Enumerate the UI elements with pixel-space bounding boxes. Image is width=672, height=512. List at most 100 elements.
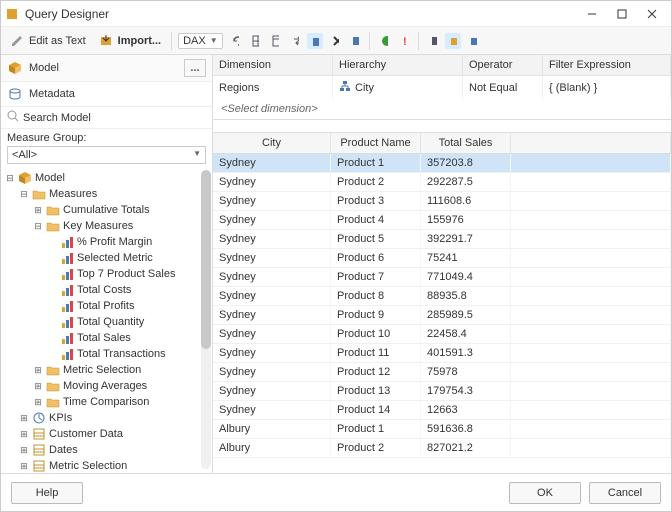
table-row[interactable]: SydneyProduct 1357203.8 (213, 154, 671, 173)
tree-node[interactable]: ⊞Customer Data (1, 426, 212, 442)
col-product[interactable]: Product Name (331, 133, 421, 153)
measure-icon (60, 251, 74, 265)
tree-node[interactable]: Total Transactions (1, 346, 212, 362)
table-row[interactable]: SydneyProduct 1412663 (213, 401, 671, 420)
table-row[interactable]: AlburyProduct 2827021.2 (213, 439, 671, 458)
run-icon[interactable] (376, 33, 392, 49)
cell-total: 75978 (421, 363, 511, 381)
cube-add-icon[interactable]: + (307, 33, 323, 49)
tree-node[interactable]: Selected Metric (1, 250, 212, 266)
cancel-button[interactable]: Cancel (589, 482, 661, 504)
expand-icon[interactable]: ⊞ (19, 445, 29, 456)
filter-operator[interactable]: Not Equal (463, 76, 543, 99)
grid-body[interactable]: SydneyProduct 1357203.8SydneyProduct 229… (213, 154, 671, 473)
expand-icon[interactable]: ⊞ (33, 381, 43, 392)
table-icon[interactable] (267, 33, 283, 49)
table-row[interactable]: SydneyProduct 11401591.3 (213, 344, 671, 363)
table-row[interactable]: SydneyProduct 4155976 (213, 211, 671, 230)
table-row[interactable]: SydneyProduct 7771049.4 (213, 268, 671, 287)
tree-node[interactable]: ⊞Metric Selection (1, 458, 212, 473)
tree-node[interactable]: ⊞ Moving Averages (1, 378, 212, 394)
folder-icon (46, 219, 60, 233)
tree[interactable]: ⊟Model⊟Measures⊞Cumulative Totals⊟Key Me… (1, 168, 212, 473)
close-button[interactable] (637, 4, 667, 24)
cell-city: Sydney (213, 154, 331, 172)
table-row[interactable]: SydneyProduct 888935.8 (213, 287, 671, 306)
scrollbar[interactable] (201, 170, 211, 469)
table-row[interactable]: SydneyProduct 1275978 (213, 363, 671, 382)
tree-node[interactable]: ⊞Dates (1, 442, 212, 458)
help-button[interactable]: Help (11, 482, 83, 504)
ok-button[interactable]: OK (509, 482, 581, 504)
measure-icon (60, 347, 74, 361)
table-row[interactable]: SydneyProduct 3111608.6 (213, 192, 671, 211)
tree-node[interactable]: ⊞Cumulative Totals (1, 202, 212, 218)
swap-icon[interactable] (287, 33, 303, 49)
tree-label: Total Profits (77, 300, 134, 312)
table-row[interactable]: SydneyProduct 2292287.5 (213, 173, 671, 192)
toolbar: Edit as Text Import... DAX ▼ + ! (1, 27, 671, 55)
expand-icon[interactable]: ⊟ (19, 189, 29, 200)
table-row[interactable]: AlburyProduct 1591636.8 (213, 420, 671, 439)
delete-icon[interactable] (327, 33, 343, 49)
edit-as-text-button[interactable]: Edit as Text (5, 31, 90, 51)
cell-product: Product 6 (331, 249, 421, 267)
model-tab[interactable]: Model ... (1, 55, 212, 82)
cell-total: 111608.6 (421, 192, 511, 210)
cube-icon[interactable] (465, 33, 481, 49)
cancel-run-icon[interactable]: ! (396, 33, 412, 49)
expand-icon[interactable]: ⊞ (33, 205, 43, 216)
filter-hierarchy[interactable]: City (333, 76, 463, 99)
select-dimension-row[interactable]: <Select dimension> (213, 99, 671, 119)
tree-node[interactable]: Total Profits (1, 298, 212, 314)
measure-icon (60, 267, 74, 281)
param-icon[interactable] (445, 33, 461, 49)
expand-icon[interactable]: ⊟ (5, 173, 15, 184)
tree-node[interactable]: Top 7 Product Sales (1, 266, 212, 282)
table-row[interactable]: SydneyProduct 5392291.7 (213, 230, 671, 249)
import-button[interactable]: Import... (94, 31, 165, 51)
grid-icon[interactable] (247, 33, 263, 49)
design-icon[interactable] (425, 33, 441, 49)
expand-icon[interactable]: ⊞ (33, 365, 43, 376)
scrollbar-thumb[interactable] (201, 170, 211, 349)
filter-expression[interactable]: { (Blank) } (543, 76, 671, 99)
table-row[interactable]: SydneyProduct 675241 (213, 249, 671, 268)
minimize-button[interactable] (577, 4, 607, 24)
table-row[interactable]: SydneyProduct 1022458.4 (213, 325, 671, 344)
expand-icon[interactable]: ⊞ (19, 429, 29, 440)
filter-dimension[interactable]: Regions (213, 76, 333, 99)
table-row[interactable]: SydneyProduct 9285989.5 (213, 306, 671, 325)
tree-node[interactable]: ⊞Time Comparison (1, 394, 212, 410)
tree-node[interactable]: Total Costs (1, 282, 212, 298)
expand-icon[interactable]: ⊞ (19, 461, 29, 472)
metadata-tab[interactable]: Metadata (1, 82, 212, 107)
filter-row[interactable]: Regions City Not Equal { (Blank) } (213, 76, 671, 99)
cell-total: 392291.7 (421, 230, 511, 248)
maximize-button[interactable] (607, 4, 637, 24)
tree-label: Moving Averages (63, 380, 147, 392)
lang-dropdown[interactable]: DAX ▼ (178, 33, 223, 49)
measure-group-select[interactable]: <All> ▼ (7, 146, 206, 164)
tree-node[interactable]: ⊞Metric Selection (1, 362, 212, 378)
expand-icon[interactable]: ⊞ (33, 397, 43, 408)
model-more-button[interactable]: ... (184, 59, 206, 77)
table-row[interactable]: SydneyProduct 13179754.3 (213, 382, 671, 401)
tree-node[interactable]: ⊟Model (1, 170, 212, 186)
col-city[interactable]: City (213, 133, 331, 153)
refresh-icon[interactable] (227, 33, 243, 49)
tree-node[interactable]: ⊟Measures (1, 186, 212, 202)
cube-run-icon[interactable] (347, 33, 363, 49)
tree-node[interactable]: Total Quantity (1, 314, 212, 330)
expand-icon[interactable]: ⊞ (19, 413, 29, 424)
tree-node[interactable]: ⊞KPIs (1, 410, 212, 426)
search-box[interactable]: Search Model (1, 107, 212, 129)
col-total[interactable]: Total Sales (421, 133, 511, 153)
right-panel: Dimension Hierarchy Operator Filter Expr… (213, 55, 671, 473)
expand-icon[interactable]: ⊟ (33, 221, 43, 232)
tree-node[interactable]: Total Sales (1, 330, 212, 346)
tree-node[interactable]: % Profit Margin (1, 234, 212, 250)
tree-node[interactable]: ⊟Key Measures (1, 218, 212, 234)
content: Model ... Metadata Search Model Measure … (1, 55, 671, 473)
cell-product: Product 8 (331, 287, 421, 305)
